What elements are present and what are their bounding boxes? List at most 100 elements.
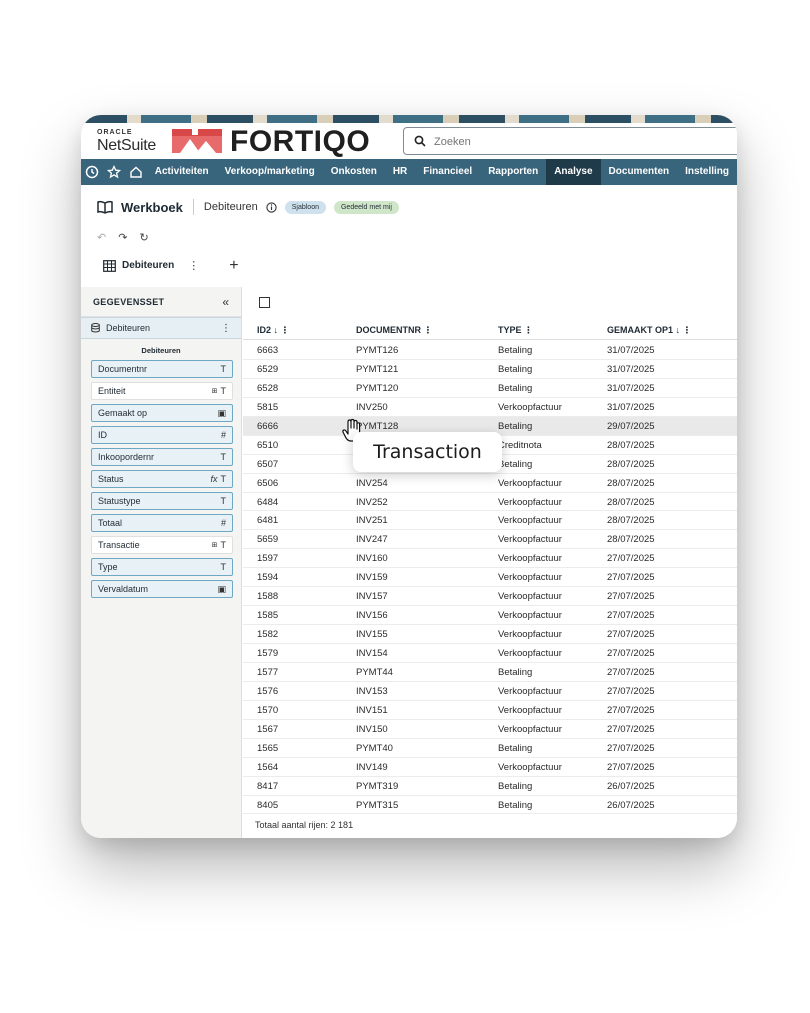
table-cell: 27/07/2025 [607, 610, 655, 622]
field-label: Statustype [98, 496, 141, 506]
table-cell: PYMT44 [356, 666, 393, 678]
table-row[interactable]: 1577 PYMT44 Betaling 27/07/2025 [243, 663, 737, 682]
table-row[interactable]: 1576 INV153 Verkoopfactuur 27/07/2025 [243, 682, 737, 701]
text-type-icon: T [220, 562, 227, 572]
database-icon [91, 323, 100, 333]
table-cell: PYMT319 [356, 780, 399, 792]
table-cell: Betaling [498, 780, 533, 792]
redo-icon[interactable]: ↷ [118, 231, 127, 244]
divider [192, 199, 194, 215]
table-cell: 31/07/2025 [607, 382, 655, 394]
collapse-icon[interactable]: « [222, 295, 229, 309]
undo-icon[interactable]: ↶ [97, 231, 106, 244]
home-icon[interactable] [125, 159, 147, 185]
field-type[interactable]: Type T [91, 558, 233, 576]
join-icon: ⊞ [211, 542, 218, 549]
table-cell: 1565 [257, 742, 279, 754]
column-header-type[interactable]: TYPE ⋮ [498, 325, 533, 336]
field-totaal[interactable]: Totaal # [91, 514, 233, 532]
add-tab-button[interactable]: + [229, 257, 238, 273]
table-cell: Verkoopfactuur [498, 648, 562, 659]
table-row[interactable]: 1594 INV159 Verkoopfactuur 27/07/2025 [243, 568, 737, 588]
table-row[interactable]: 1579 INV154 Verkoopfactuur 27/07/2025 [243, 644, 737, 663]
field-id[interactable]: ID # [91, 426, 233, 444]
table-row[interactable]: 6506 INV254 Verkoopfactuur 28/07/2025 [243, 474, 737, 493]
nav-financieel[interactable]: Financieel [415, 159, 480, 185]
table-row[interactable]: 6528 PYMT120 Betaling 31/07/2025 [243, 379, 737, 398]
table-cell: 1564 [257, 761, 279, 773]
table-cell: PYMT121 [356, 363, 399, 375]
table-cell: 1567 [257, 723, 279, 735]
table-row[interactable]: 6481 INV251 Verkoopfactuur 28/07/2025 [243, 511, 737, 531]
table-cell: 26/07/2025 [607, 780, 655, 792]
table-row[interactable]: 1564 INV149 Verkoopfactuur 27/07/2025 [243, 758, 737, 777]
table-row[interactable]: 1582 INV155 Verkoopfactuur 27/07/2025 [243, 625, 737, 644]
recent-icon[interactable] [81, 159, 103, 185]
join-icon: ⊞ [211, 388, 218, 395]
field-status[interactable]: Status fx T [91, 470, 233, 488]
column-header-documentnr[interactable]: DOCUMENTNR ⋮ [356, 325, 433, 336]
field-inkoopordernr[interactable]: Inkoopordernr T [91, 448, 233, 466]
table-cell: 27/07/2025 [607, 666, 655, 678]
number-type-icon: # [220, 430, 226, 440]
table-cell: INV254 [356, 477, 388, 489]
nav-documenten[interactable]: Documenten [601, 159, 678, 185]
table-row[interactable]: 1565 PYMT40 Betaling 27/07/2025 [243, 739, 737, 758]
nav-activiteiten[interactable]: Activiteiten [147, 159, 217, 185]
nav-rapporten[interactable]: Rapporten [480, 159, 546, 185]
field-transactie[interactable]: Transactie ⊞ T [91, 536, 233, 554]
table-row[interactable]: 1570 INV151 Verkoopfactuur 27/07/2025 [243, 701, 737, 720]
table-row[interactable]: 5659 INV247 Verkoopfactuur 28/07/2025 [243, 530, 737, 550]
nav-onkosten[interactable]: Onkosten [323, 159, 385, 185]
table-cell: 26/07/2025 [607, 799, 655, 811]
table-row[interactable]: 1567 INV150 Verkoopfactuur 27/07/2025 [243, 720, 737, 739]
nav-instelling[interactable]: Instelling [677, 159, 737, 185]
dataset-menu-icon[interactable]: ⋮ [221, 323, 231, 334]
table-row[interactable]: 8417 PYMT319 Betaling 26/07/2025 [243, 777, 737, 796]
table-cell: 27/07/2025 [607, 648, 655, 659]
table-row[interactable]: 5815 INV250 Verkoopfactuur 31/07/2025 [243, 398, 737, 417]
table-cell: INV153 [356, 685, 388, 697]
table-cell: Verkoopfactuur [498, 553, 562, 565]
column-header-gemaakt-op[interactable]: GEMAAKT OP1 ↓ ⋮ [607, 325, 692, 336]
search-icon [414, 135, 426, 147]
dataset-selector[interactable]: Debiteuren ⋮ [81, 317, 241, 339]
table-cell: 27/07/2025 [607, 572, 655, 584]
table-cell: Verkoopfactuur [498, 496, 562, 508]
field-gemaakt-op[interactable]: Gemaakt op ▣ [91, 404, 233, 422]
netsuite-logo[interactable]: ORACLE NetSuite [97, 129, 157, 155]
table-row[interactable]: 6484 INV252 Verkoopfactuur 28/07/2025 [243, 493, 737, 512]
table-row[interactable]: 6529 PYMT121 Betaling 31/07/2025 [243, 360, 737, 379]
global-search[interactable] [403, 127, 737, 155]
star-icon[interactable] [103, 159, 125, 185]
book-icon [97, 200, 113, 214]
nav-hr[interactable]: HR [385, 159, 415, 185]
tab-menu-icon[interactable]: ⋮ [188, 259, 199, 272]
nav-analyse[interactable]: Analyse [546, 159, 601, 185]
calendar-icon: ▣ [217, 583, 226, 594]
table-cell: 6529 [257, 363, 279, 375]
expand-icon[interactable] [259, 297, 270, 308]
field-statustype[interactable]: Statustype T [91, 492, 233, 510]
nav-verkoop-marketing[interactable]: Verkoop/marketing [217, 159, 323, 185]
number-type-icon: # [220, 518, 226, 528]
table-row[interactable]: 1588 INV157 Verkoopfactuur 27/07/2025 [243, 587, 737, 607]
refresh-icon[interactable]: ↻ [139, 231, 148, 244]
table-row[interactable]: 1585 INV156 Verkoopfactuur 27/07/2025 [243, 606, 737, 626]
column-header-id2[interactable]: ID2 ↓ ⋮ [257, 325, 290, 336]
table-cell: 27/07/2025 [607, 553, 655, 565]
field-entiteit[interactable]: Entiteit ⊞ T [91, 382, 233, 400]
tab-debiteuren[interactable]: Debiteuren [122, 260, 174, 271]
table-row[interactable]: 1597 INV160 Verkoopfactuur 27/07/2025 [243, 549, 737, 569]
search-input[interactable] [434, 132, 724, 152]
table-cell: INV250 [356, 401, 388, 413]
table-row[interactable]: 8405 PYMT315 Betaling 26/07/2025 [243, 796, 737, 815]
table-row[interactable]: 6663 PYMT126 Betaling 31/07/2025 [243, 341, 737, 360]
field-vervaldatum[interactable]: Vervaldatum ▣ [91, 580, 233, 598]
table-cell: INV251 [356, 515, 388, 527]
info-icon[interactable] [266, 201, 277, 213]
table-cell: 1582 [257, 629, 279, 641]
shared-badge: Gedeeld met mij [333, 200, 399, 214]
table-cell: 1576 [257, 685, 279, 697]
field-documentnr[interactable]: Documentnr T [91, 360, 233, 378]
